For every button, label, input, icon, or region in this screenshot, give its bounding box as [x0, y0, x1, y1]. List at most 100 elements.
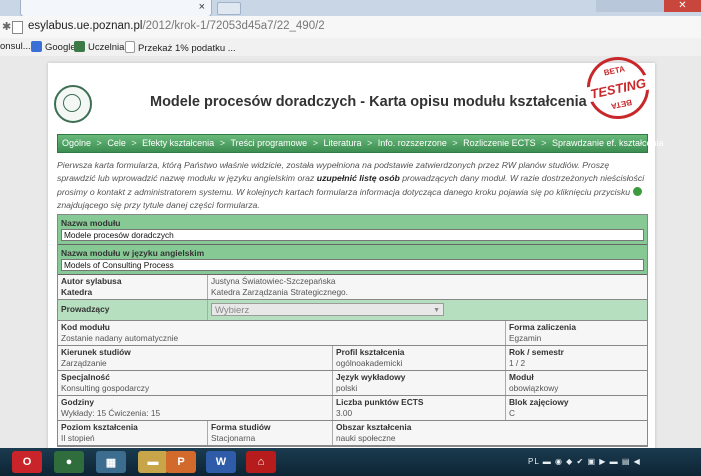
bookmark-label: Google [45, 42, 76, 53]
folder-icon[interactable]: ▬ [138, 451, 168, 473]
nav-efekty[interactable]: Efekty kształcenia [142, 135, 214, 152]
code-row: Kod modułu Zostanie nadany automatycznie… [58, 321, 647, 346]
module-name-en-label: Nazwa modułu w języku angielskim [61, 248, 205, 258]
url-field[interactable]: esylabus.ue.poznan.pl/2012/krok-1/72053d… [28, 20, 325, 32]
system-tray: PL ▬ ◉ ◆ ✔ ▣ ▶ ▬ ▤ ◀ [528, 457, 641, 466]
spec-label: Specjalność [61, 372, 110, 382]
url-path: /2012/krok-1/72053d45a7/22_490/2 [142, 20, 325, 32]
window-close-button[interactable]: ✕ [664, 0, 701, 12]
explorer-icon[interactable]: ▦ [96, 451, 126, 473]
block-label: Blok zajęciowy [509, 397, 569, 407]
beta-testing-stamp-icon: BETA TESTING BETA [581, 56, 655, 125]
code-value: Zostanie nadany automatycznie [61, 333, 179, 343]
browser-tab[interactable]: × [20, 0, 212, 17]
intro-bold: uzupełnić listę osób [316, 173, 400, 184]
hours-row: Godziny Wykłady: 15 Ćwiczenia: 15 Liczba… [58, 396, 647, 421]
hours-label: Godziny [61, 397, 95, 407]
bookmark-label: onsul... [0, 41, 31, 52]
powerpoint-icon[interactable]: P [166, 451, 196, 473]
area-label: Obszar kształcenia [336, 422, 412, 432]
nav-separator: > [312, 138, 318, 148]
study-form-label: Forma studiów [211, 422, 271, 432]
author-label: Autor sylabusa [61, 276, 122, 286]
bookmark-uczelnia[interactable]: Uczelnia [74, 41, 124, 53]
folder-icon [74, 41, 85, 52]
module-name-label: Nazwa modułu [61, 218, 121, 228]
spec-row: Specjalność Konsulting gospodarczy Język… [58, 371, 647, 396]
author-values: Justyna Światowiec-Szczepańska Katedra Z… [208, 275, 647, 299]
credit-form-value: Egzamin [509, 333, 542, 343]
module-name-en-input[interactable]: Models of Consulting Process [61, 259, 644, 271]
level-row: Poziom kształcenia II stopień Forma stud… [58, 421, 647, 446]
window-maximize-button[interactable] [630, 0, 664, 12]
form-steps-nav: Ogólne > Cele > Efekty kształcenia > Tre… [57, 134, 664, 153]
windows-taskbar: O ● ▦ ▬ P W ⌂ PL ▬ ◉ ◆ ✔ ▣ ▶ ▬ ▤ ◀ [0, 448, 701, 476]
settings-icon[interactable]: ✱ [2, 20, 11, 33]
module-name-input[interactable]: Modele procesów doradczych [61, 229, 644, 241]
credit-form-cell: Forma zaliczenia Egzamin [506, 321, 647, 345]
nav-ects[interactable]: Rozliczenie ECTS [463, 135, 536, 152]
nav-separator: > [452, 138, 458, 148]
hours-value: Wykłady: 15 Ćwiczenia: 15 [61, 408, 161, 418]
module-type-value: obowiązkowy [509, 383, 559, 393]
bookmark-google[interactable]: Google [31, 41, 76, 53]
chevron-down-icon: ▼ [433, 307, 440, 314]
lecturers-label-cell: Prowadzący [58, 300, 208, 320]
nav-sprawdzanie[interactable]: Sprawdzanie ef. kształcenia [552, 135, 664, 152]
nav-separator: > [219, 138, 225, 148]
opera-icon[interactable]: O [12, 451, 42, 473]
intro-part-3: znajdującego się przy tytule danej częśc… [57, 200, 260, 211]
block-cell: Blok zajęciowy C [506, 396, 647, 420]
module-name-section: Nazwa modułu Modele procesów doradczych [58, 215, 647, 245]
bookmark-przekaz[interactable]: Przekaż 1% podatku ... [125, 41, 236, 54]
nav-info[interactable]: Info. rozszerzone [378, 135, 447, 152]
year-value: 1 / 2 [509, 358, 526, 368]
intro-text: Pierwsza karta formularza, którą Państwo… [57, 159, 647, 213]
credit-form-label: Forma zaliczenia [509, 322, 577, 332]
nav-tresci[interactable]: Treści programowe [230, 135, 307, 152]
author-value: Justyna Światowiec-Szczepańska [211, 276, 336, 286]
acrobat-icon[interactable]: ⌂ [246, 451, 276, 473]
google-icon [31, 41, 42, 52]
new-tab-button[interactable] [217, 2, 241, 15]
code-label: Kod modułu [61, 322, 110, 332]
nav-literatura[interactable]: Literatura [323, 135, 361, 152]
block-value: C [509, 408, 515, 418]
nav-cele[interactable]: Cele [107, 135, 126, 152]
module-form: Nazwa modułu Modele procesów doradczych … [57, 214, 648, 447]
lang-value: polski [336, 383, 358, 393]
author-labels: Autor sylabusa Katedra [58, 275, 208, 299]
module-name-en-section: Nazwa modułu w języku angielskim Models … [58, 245, 647, 275]
info-icon[interactable] [632, 186, 642, 196]
tray-language[interactable]: PL [528, 457, 540, 466]
lecturers-select-cell: Wybierz ▼ [208, 300, 647, 320]
level-label: Poziom kształcenia [61, 422, 138, 432]
profile-label: Profil kształcenia [336, 347, 405, 357]
bookmark-label: Uczelnia [88, 42, 125, 53]
bookmarks-bar: onsul... Google Uczelnia Przekaż 1% poda… [0, 38, 701, 57]
field-cell: Kierunek studiów Zarządzanie [58, 346, 333, 370]
study-form-cell: Forma studiów Stacjonarna [208, 421, 333, 445]
nav-separator: > [96, 138, 102, 148]
ects-label: Liczba punktów ECTS [336, 397, 424, 407]
close-tab-icon[interactable]: × [199, 1, 205, 13]
field-label: Kierunek studiów [61, 347, 131, 357]
window-minimize-button[interactable] [596, 0, 630, 12]
bookmark-label: Przekaż 1% podatku ... [138, 43, 236, 54]
page-viewport: Modele procesów doradczych - Karta opisu… [0, 56, 701, 448]
browser-tabbar: × ✕ [0, 0, 701, 17]
ects-value: 3.00 [336, 408, 353, 418]
address-bar: ✱ esylabus.ue.poznan.pl/2012/krok-1/7205… [0, 16, 701, 39]
page-icon [12, 21, 23, 34]
word-icon[interactable]: W [206, 451, 236, 473]
module-type-label: Moduł [509, 372, 534, 382]
year-label: Rok / semestr [509, 347, 564, 357]
field-value: Zarządzanie [61, 358, 107, 368]
lecturers-select[interactable]: Wybierz ▼ [211, 303, 444, 316]
chrome-icon[interactable]: ● [54, 451, 84, 473]
lecturers-label: Prowadzący [61, 304, 110, 314]
nav-ogolne[interactable]: Ogólne [62, 135, 91, 152]
level-value: II stopień [61, 433, 95, 443]
bookmark-consul[interactable]: onsul... [0, 41, 31, 52]
study-form-value: Stacjonarna [211, 433, 256, 443]
